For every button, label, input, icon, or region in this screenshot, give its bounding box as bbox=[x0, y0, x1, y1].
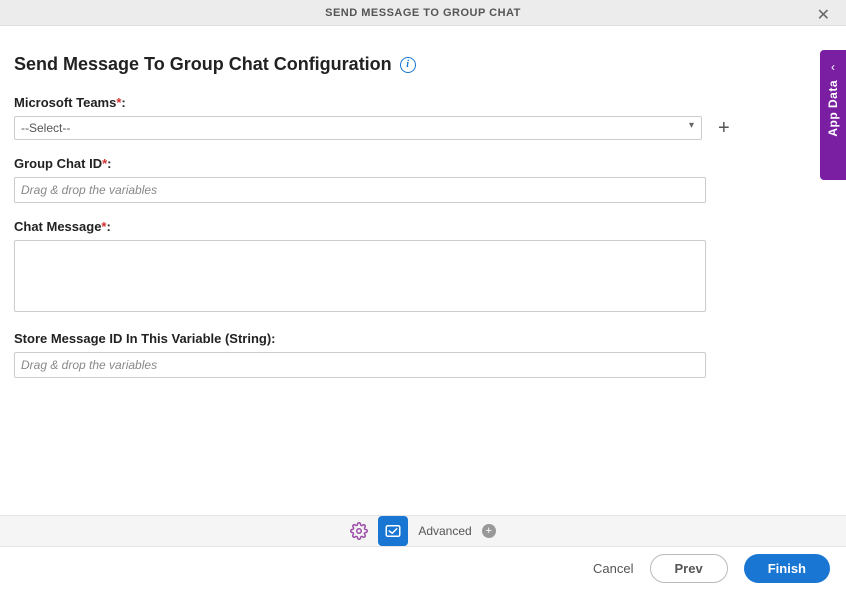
app-data-label: App Data bbox=[826, 80, 840, 137]
group-chat-id-label: Group Chat ID*: bbox=[14, 156, 832, 171]
group-chat-id-input[interactable] bbox=[14, 177, 706, 203]
activity-toolbar: Advanced + bbox=[0, 515, 846, 547]
app-data-tab[interactable]: ‹ App Data bbox=[820, 50, 846, 180]
page-title: Send Message To Group Chat Configuration bbox=[14, 54, 392, 75]
prev-button[interactable]: Prev bbox=[650, 554, 728, 583]
field-group-chat-id: Group Chat ID*: bbox=[14, 156, 832, 203]
ms-teams-select[interactable]: --Select-- bbox=[14, 116, 702, 140]
store-message-id-label: Store Message ID In This Variable (Strin… bbox=[14, 331, 832, 346]
close-icon[interactable]: ✕ bbox=[811, 3, 836, 27]
ms-teams-select-wrap: --Select-- bbox=[14, 116, 702, 140]
field-store-message-id: Store Message ID In This Variable (Strin… bbox=[14, 331, 832, 378]
add-connection-button[interactable]: + bbox=[714, 118, 734, 138]
send-activity-icon[interactable] bbox=[378, 516, 408, 546]
store-message-id-input[interactable] bbox=[14, 352, 706, 378]
dialog-header: SEND MESSAGE TO GROUP CHAT ✕ bbox=[0, 0, 846, 26]
chat-message-input[interactable] bbox=[14, 240, 706, 312]
dialog-footer: Cancel Prev Finish bbox=[0, 547, 846, 590]
ms-teams-label: Microsoft Teams*: bbox=[14, 95, 832, 110]
field-ms-teams: Microsoft Teams*: --Select-- + bbox=[14, 95, 832, 140]
cancel-button[interactable]: Cancel bbox=[593, 561, 633, 576]
finish-button[interactable]: Finish bbox=[744, 554, 830, 583]
dialog-title: SEND MESSAGE TO GROUP CHAT bbox=[325, 7, 521, 19]
advanced-add-icon[interactable]: + bbox=[482, 524, 496, 538]
gear-icon[interactable] bbox=[350, 522, 368, 540]
page-title-row: Send Message To Group Chat Configuration… bbox=[14, 54, 832, 75]
info-icon[interactable]: i bbox=[400, 57, 416, 73]
main-content: Send Message To Group Chat Configuration… bbox=[0, 26, 846, 378]
ms-teams-select-row: --Select-- + bbox=[14, 116, 832, 140]
chevron-left-icon: ‹ bbox=[831, 60, 835, 74]
chat-message-label: Chat Message*: bbox=[14, 219, 832, 234]
field-chat-message: Chat Message*: bbox=[14, 219, 832, 315]
advanced-label: Advanced bbox=[418, 524, 471, 538]
